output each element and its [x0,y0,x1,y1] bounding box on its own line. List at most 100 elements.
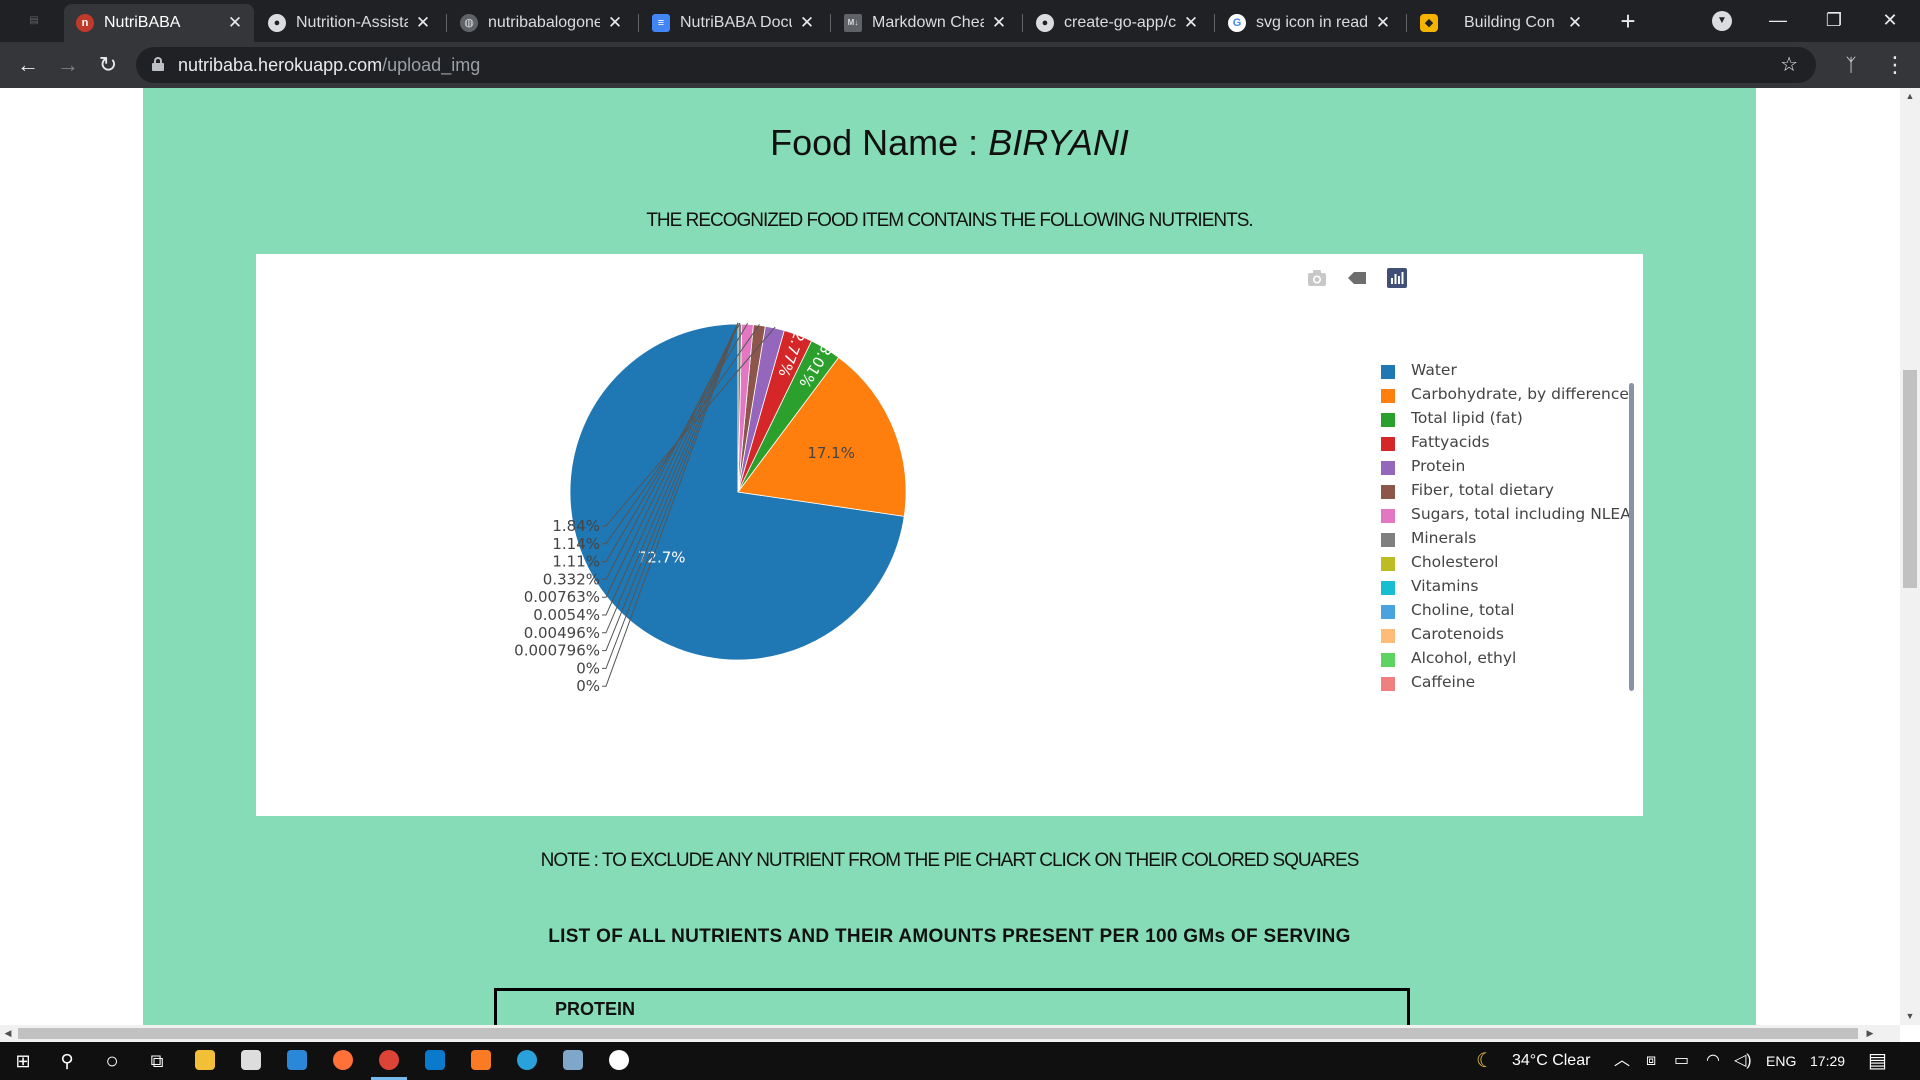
legend-label: Alcohol, ethyl [1411,649,1517,667]
close-tab-icon[interactable]: ✕ [1374,4,1392,42]
tab-svg-icon-readme[interactable]: G svg icon in readn ✕ [1216,4,1402,42]
legend-color-square[interactable] [1381,677,1395,691]
weather-moon-icon[interactable]: ☾ [1476,1042,1494,1080]
close-tab-icon[interactable]: ✕ [990,4,1008,42]
vertical-scrollbar[interactable]: ▲ ▼ [1900,88,1920,1025]
legend-color-square[interactable] [1381,581,1395,595]
url-text[interactable]: nutribaba.herokuapp.com/upload_img [178,47,480,83]
close-tab-icon[interactable]: ✕ [606,4,624,42]
vertical-scroll-thumb[interactable] [1903,370,1917,588]
tab-nutrition-assistant[interactable]: ● Nutrition-Assista ✕ [256,4,442,42]
scroll-down-icon[interactable]: ▼ [1900,1008,1920,1024]
close-tab-icon[interactable]: ✕ [1182,4,1200,42]
telegram-icon[interactable] [517,1050,537,1070]
page-viewport: Food Name : BIRYANI THE RECOGNIZED FOOD … [0,88,1900,1025]
legend-label: Caffeine [1411,673,1476,691]
legend-scrollbar[interactable] [1629,383,1634,691]
nutrient-table: PROTEIN [494,988,1410,1025]
search-icon[interactable]: ⚲ [52,1047,82,1075]
close-window-button[interactable]: ✕ [1860,0,1920,42]
close-tab-icon[interactable]: ✕ [414,4,432,42]
windows-start-icon[interactable]: ⊞ [8,1047,38,1075]
browser-menu-icon[interactable]: ⋮ [1880,49,1910,81]
language-indicator[interactable]: ENG [1766,1042,1796,1080]
new-tab-button[interactable]: + [1612,6,1644,38]
reload-icon[interactable]: ↻ [92,49,124,81]
chart-legend: Water Carbohydrate, by difference Total li… [1374,360,1631,710]
task-view-icon[interactable]: ⧉ [142,1047,172,1075]
weather-text[interactable]: 34°C Clear [1512,1042,1590,1080]
tab-title: NutriBABA [104,14,181,31]
firefox-icon[interactable] [333,1050,353,1070]
slice-label-carotenoids: 0.000796% [514,642,600,660]
legend-color-square[interactable] [1381,485,1395,499]
maximize-button[interactable]: ❐ [1804,0,1864,42]
legend-color-square[interactable] [1381,605,1395,619]
chrome-icon[interactable] [379,1050,399,1070]
mail-icon[interactable] [287,1050,307,1070]
store-icon[interactable] [241,1050,261,1070]
slice-label-cholesterol: 0.00763% [524,588,600,606]
meet-now-icon[interactable]: ⧈ [1646,1042,1656,1080]
extension-icon[interactable]: ᛉ [1838,52,1864,78]
file-explorer-icon[interactable] [195,1050,215,1070]
clock[interactable]: 17:29 [1810,1042,1845,1080]
back-arrow-icon[interactable]: ← [12,49,44,81]
legend-color-square[interactable] [1381,509,1395,523]
tab-search-icon[interactable]: ▼ [1712,11,1732,31]
minimize-button[interactable]: — [1748,0,1808,42]
window-menu-icon[interactable]: ▤ [14,8,54,34]
legend-color-square[interactable] [1381,653,1395,667]
legend-color-square[interactable] [1381,437,1395,451]
legend-color-square[interactable] [1381,629,1395,643]
slice-label-alcohol-ethyl: 0% [576,659,600,677]
legend-label: Fattyacids [1411,433,1490,451]
scroll-right-icon[interactable]: ▶ [1862,1025,1878,1042]
legend-label: Water [1411,361,1457,379]
bookmark-star-icon[interactable]: ☆ [1780,47,1798,83]
battery-icon[interactable]: ▭ [1674,1042,1689,1080]
slice-label-carbohydrate-by-difference: 17.1% [807,444,855,462]
wifi-icon[interactable]: ◠ [1706,1042,1720,1080]
close-tab-icon[interactable]: ✕ [798,4,816,42]
horizontal-scrollbar[interactable]: ◀ ▶ [0,1025,1900,1042]
tray-chevron-icon[interactable]: ︿ [1614,1042,1630,1080]
app-favicon-icon: n [76,14,94,32]
power-icon[interactable] [609,1050,629,1070]
legend-color-square[interactable] [1381,557,1395,571]
vscode-icon[interactable] [425,1050,445,1070]
cortana-icon[interactable]: ○ [97,1047,127,1075]
legend-color-square[interactable] [1381,389,1395,403]
tab-markdown-cheatsheet[interactable]: M↓ Markdown Cheat ✕ [832,4,1018,42]
tab-building-con[interactable]: ◆ Building Con ✕ [1408,4,1594,42]
lock-icon[interactable] [152,57,164,71]
forward-arrow-icon[interactable]: → [52,49,84,81]
tab-nutribabalogone[interactable]: ◍ nutribabalogone ✕ [448,4,634,42]
xampp-icon[interactable] [471,1050,491,1070]
tab-title: Nutrition-Assista [296,14,408,31]
tab-nutribaba-docs[interactable]: ≡ NutriBABA Docur ✕ [640,4,826,42]
tab-nutribaba[interactable]: n NutriBABA ✕ [64,4,254,42]
volume-icon[interactable]: ◁) [1734,1042,1752,1080]
tab-separator [446,14,447,32]
tab-title: svg icon in readn [1256,14,1368,31]
address-bar[interactable]: nutribaba.herokuapp.com/upload_img ☆ [136,47,1816,83]
legend-color-square[interactable] [1381,413,1395,427]
legend-color-square[interactable] [1381,461,1395,475]
tab-separator [830,14,831,32]
legend-color-square[interactable] [1381,533,1395,547]
tab-separator [1022,14,1023,32]
markdown-icon: M↓ [844,14,862,32]
scroll-up-icon[interactable]: ▲ [1900,88,1920,104]
close-tab-icon[interactable]: ✕ [1566,4,1584,42]
google-icon: G [1228,14,1246,32]
notepad-icon[interactable] [563,1050,583,1070]
scroll-left-icon[interactable]: ◀ [0,1025,16,1042]
tab-create-go-app[interactable]: ● create-go-app/cl ✕ [1024,4,1210,42]
horizontal-scroll-thumb[interactable] [18,1028,1858,1039]
slice-label-protein: 1.84% [552,517,600,535]
close-tab-icon[interactable]: ✕ [226,4,244,42]
exclude-note: NOTE : TO EXCLUDE ANY NUTRIENT FROM THE … [540,850,1360,871]
notifications-icon[interactable]: ▤ [1868,1042,1887,1080]
legend-color-square[interactable] [1381,365,1395,379]
